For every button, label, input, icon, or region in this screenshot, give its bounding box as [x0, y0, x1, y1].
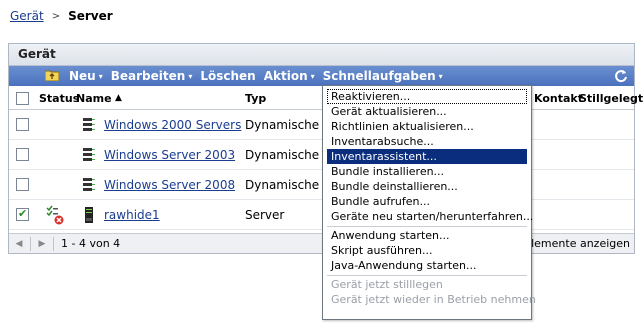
row-checkbox[interactable]	[16, 178, 29, 191]
header-stilllegt[interactable]: Stillgelegt	[579, 92, 643, 105]
menu-item-geraet-aktualisieren[interactable]: Gerät aktualisieren...	[327, 104, 527, 119]
menu-divider	[327, 275, 527, 276]
row-type: Dynamische S	[245, 118, 331, 132]
show-items-control[interactable]: Elemente anzeigen	[524, 237, 630, 250]
menu-item-bundle-installieren[interactable]: Bundle installieren...	[327, 164, 527, 179]
quick-tasks-menu: Reaktivieren... Gerät aktualisieren... R…	[322, 85, 536, 320]
menu-item-label: Gerät jetzt wieder in Betrieb nehmen	[331, 293, 536, 306]
folder-up-icon[interactable]	[45, 69, 59, 81]
menu-item-label: Gerät jetzt stilllegen	[331, 278, 443, 291]
panel-title: Gerät	[9, 44, 634, 66]
edit-caret-icon: ▾	[188, 71, 193, 81]
quick-tasks-label: Schnellaufgaben	[322, 69, 436, 83]
row-checkbox[interactable]	[16, 148, 29, 161]
header-contact[interactable]: Kontakt	[534, 92, 583, 105]
row-name-link[interactable]: Windows Server 2003	[104, 148, 235, 162]
menu-item-inventarabsuche[interactable]: Inventarabsuche...	[327, 134, 527, 149]
header-status[interactable]: Status	[39, 92, 79, 105]
row-type: Dynamische S	[245, 148, 331, 162]
menu-item-geraete-neu-starten[interactable]: Geräte neu starten/herunterfahren...	[327, 209, 533, 224]
menu-divider	[327, 226, 527, 227]
row-name-link[interactable]: Windows 2000 Servers	[104, 118, 241, 132]
header-type[interactable]: Typ	[245, 92, 266, 105]
select-all-checkbox[interactable]	[16, 92, 29, 105]
action-caret-icon: ▾	[310, 71, 315, 81]
pager-divider	[30, 236, 31, 251]
menu-item-reaktivieren[interactable]: Reaktivieren...	[327, 89, 527, 104]
new-button[interactable]: Neu ▾	[69, 69, 103, 83]
group-icon	[83, 148, 95, 161]
menu-item-skript-ausfuehren[interactable]: Skript ausführen...	[327, 243, 527, 258]
edit-label: Bearbeiten	[110, 69, 186, 83]
breadcrumb-separator: >	[51, 10, 61, 22]
menu-item-label: Bundle aufrufen...	[331, 195, 430, 208]
menu-item-label: Richtlinien aktualisieren...	[331, 120, 474, 133]
sort-ascending-icon[interactable]: ▲	[115, 93, 122, 103]
breadcrumb-current: Server	[68, 9, 113, 23]
menu-item-anwendung-starten[interactable]: Anwendung starten...	[327, 228, 527, 243]
action-button[interactable]: Aktion ▾	[264, 69, 315, 83]
toolbar: Neu ▾ Bearbeiten ▾ Löschen Aktion ▾ Schnell…	[9, 66, 634, 86]
refresh-icon[interactable]	[614, 69, 628, 83]
menu-item-richtlinien-aktualisieren[interactable]: Richtlinien aktualisieren...	[327, 119, 527, 134]
delete-button[interactable]: Löschen	[200, 69, 255, 83]
pager-divider	[53, 236, 54, 251]
next-page-button[interactable]: ▶	[36, 239, 48, 249]
prev-page-button[interactable]: ◀	[13, 239, 25, 249]
menu-item-geraet-stilllegen: Gerät jetzt stilllegen	[327, 277, 527, 292]
menu-item-wieder-in-betrieb: Gerät jetzt wieder in Betrieb nehmen	[327, 292, 536, 307]
quick-tasks-caret-icon: ▾	[438, 71, 443, 81]
row-name-link[interactable]: Windows Server 2008	[104, 178, 235, 192]
menu-item-label: Inventarassistent...	[331, 150, 437, 163]
row-checkbox[interactable]	[16, 118, 29, 131]
menu-item-label: Reaktivieren...	[331, 90, 411, 103]
quick-tasks-button[interactable]: Schnellaufgaben ▾	[323, 69, 443, 83]
group-icon	[83, 118, 95, 131]
edit-button[interactable]: Bearbeiten ▾	[111, 69, 193, 83]
row-type: Server	[245, 208, 285, 222]
menu-item-label: Skript ausführen...	[331, 244, 433, 257]
menu-item-inventarassistent[interactable]: Inventarassistent...	[327, 149, 527, 164]
breadcrumb: Gerät > Server	[10, 9, 113, 23]
menu-item-bundle-deinstallieren[interactable]: Bundle deinstallieren...	[327, 179, 527, 194]
status-error-icon	[46, 205, 64, 225]
server-icon	[85, 207, 93, 223]
menu-item-label: Gerät aktualisieren...	[331, 105, 447, 118]
menu-item-label: Anwendung starten...	[331, 229, 450, 242]
row-name-link[interactable]: rawhide1	[104, 208, 160, 222]
menu-item-label: Bundle installieren...	[331, 165, 445, 178]
menu-item-label: Inventarabsuche...	[331, 135, 434, 148]
menu-item-label: Geräte neu starten/herunterfahren...	[331, 210, 534, 223]
action-label: Aktion	[263, 69, 308, 83]
group-icon	[83, 178, 95, 191]
menu-item-java-anwendung-starten[interactable]: Java-Anwendung starten...	[327, 258, 527, 273]
menu-item-bundle-aufrufen[interactable]: Bundle aufrufen...	[327, 194, 527, 209]
menu-item-label: Java-Anwendung starten...	[331, 259, 477, 272]
new-label: Neu	[69, 69, 96, 83]
row-type: Dynamische S	[245, 178, 331, 192]
row-checkbox-checked[interactable]	[16, 207, 29, 221]
breadcrumb-link-geraet[interactable]: Gerät	[10, 9, 44, 23]
menu-item-label: Bundle deinstallieren...	[331, 180, 458, 193]
header-name[interactable]: Name	[76, 92, 112, 105]
new-caret-icon: ▾	[98, 71, 103, 81]
pager-info: 1 - 4 von 4	[61, 237, 121, 250]
